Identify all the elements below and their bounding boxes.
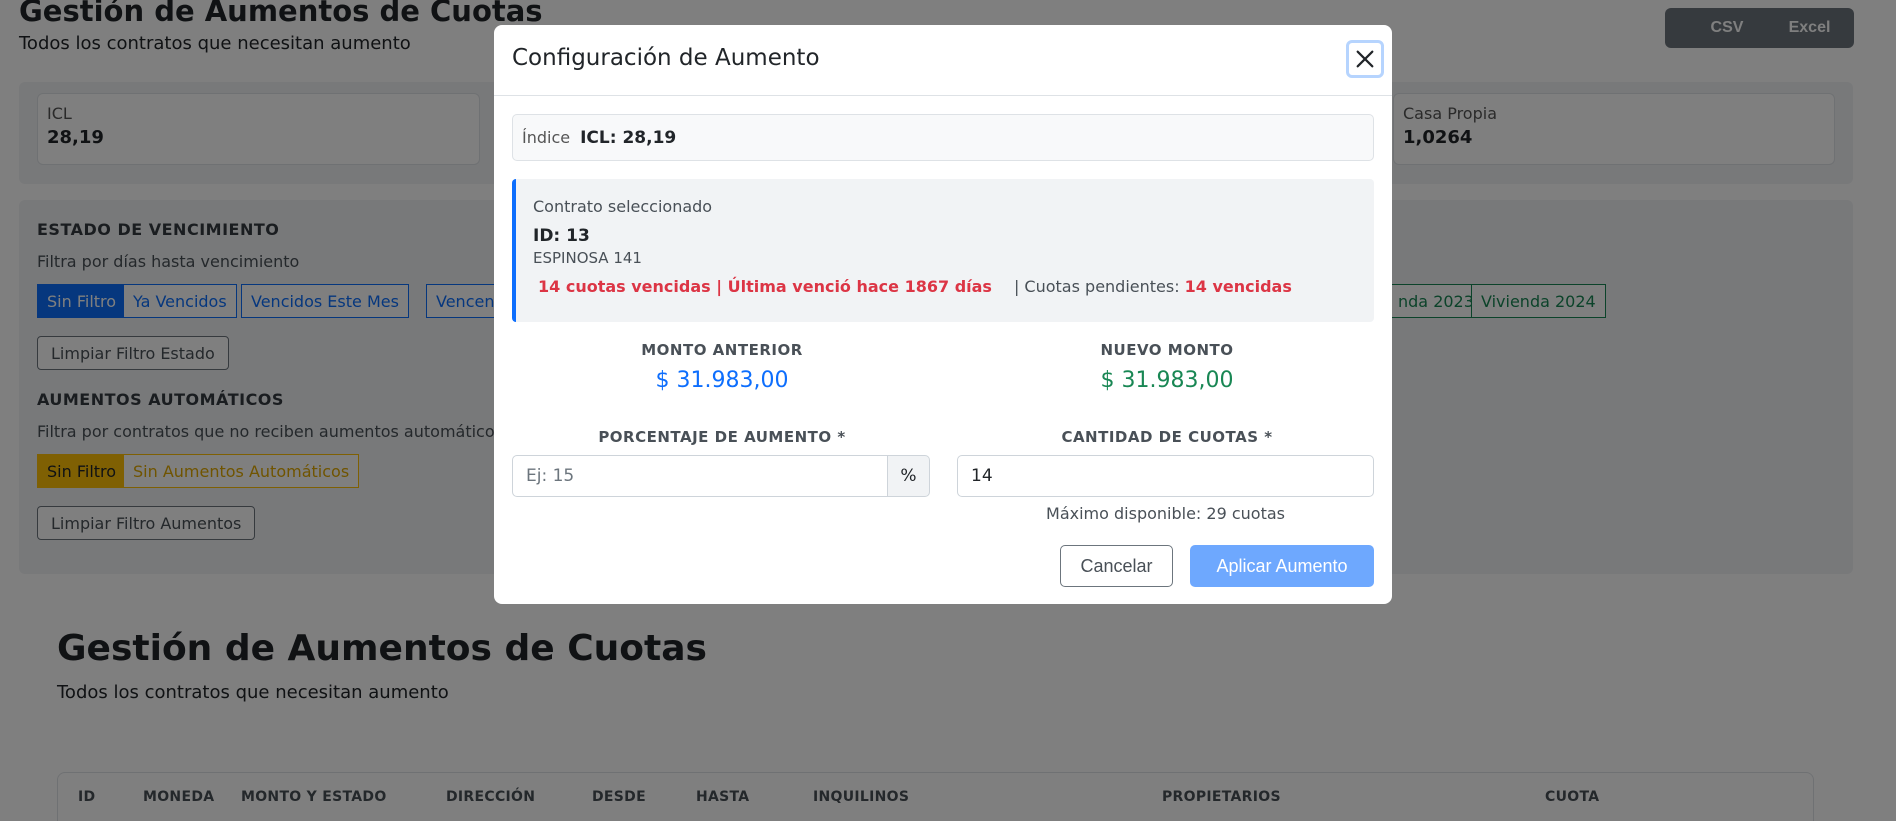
porcentaje-input-group: % [512, 455, 930, 497]
contract-id: ID: 13 [533, 226, 590, 246]
index-display: Índice ICL: 28,19 [512, 114, 1374, 161]
close-button[interactable] [1346, 40, 1384, 78]
close-icon [1356, 50, 1374, 68]
aumento-config-modal: Configuración de Aumento Índice ICL: 28,… [494, 25, 1392, 604]
percent-addon: % [888, 455, 930, 497]
porcentaje-input[interactable] [512, 455, 888, 497]
contract-status: 14 cuotas vencidas | Última venció hace … [533, 277, 1357, 296]
nuevo-monto: NUEVO MONTO $ 31.983,00 [957, 341, 1377, 393]
apply-aumento-button[interactable]: Aplicar Aumento [1190, 545, 1374, 587]
monto-anterior: MONTO ANTERIOR $ 31.983,00 [512, 341, 932, 393]
nuevo-monto-value: $ 31.983,00 [1100, 368, 1234, 393]
cuotas-hint: Máximo disponible: 29 cuotas [1046, 504, 1285, 523]
cancel-button[interactable]: Cancelar [1060, 545, 1173, 587]
monto-anterior-value: $ 31.983,00 [655, 368, 789, 393]
index-label: Índice [522, 128, 571, 147]
overdue-alert: 14 cuotas vencidas | Última venció hace … [538, 277, 992, 296]
modal-header: Configuración de Aumento [494, 25, 1392, 96]
modal-title: Configuración de Aumento [512, 45, 820, 71]
porcentaje-label: PORCENTAJE DE AUMENTO * [598, 428, 846, 446]
cuotas-input[interactable] [957, 455, 1374, 497]
selected-contract-box: Contrato seleccionado ID: 13 ESPINOSA 14… [512, 179, 1374, 322]
contract-label: Contrato seleccionado [533, 197, 713, 216]
nuevo-monto-label: NUEVO MONTO [1100, 341, 1234, 359]
pending-value: 14 vencidas [1184, 277, 1292, 296]
index-value: ICL: 28,19 [580, 127, 677, 148]
cuotas-label: CANTIDAD DE CUOTAS * [1061, 428, 1273, 446]
monto-anterior-label: MONTO ANTERIOR [641, 341, 803, 359]
contract-address: ESPINOSA 141 [533, 249, 642, 267]
pending-label: | Cuotas pendientes: [1013, 277, 1180, 296]
